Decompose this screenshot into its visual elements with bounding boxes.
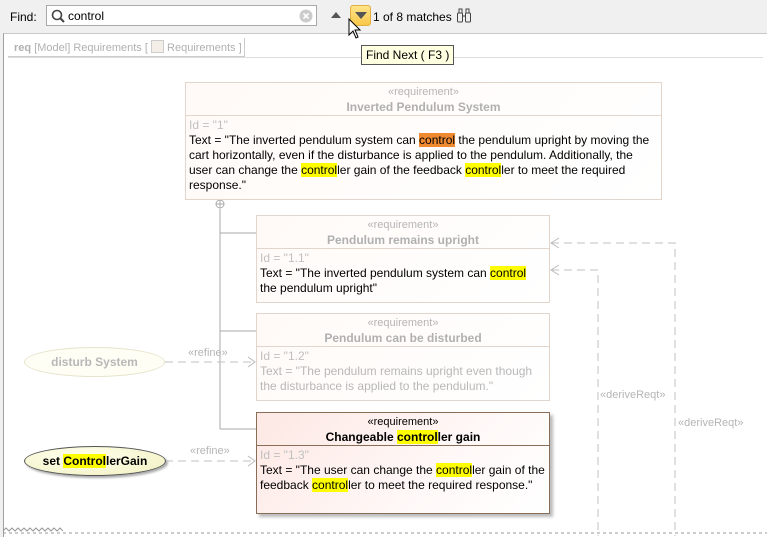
use-case-name: set ControllerGain (42, 454, 148, 468)
requirement-id: Id = "1" (189, 118, 228, 132)
requirement-id: Id = "1.2" (260, 349, 309, 363)
text-segment: Inverted Pendulum System (346, 100, 501, 114)
requirement-text: Text = "The user can change the controll… (260, 463, 546, 493)
text-segment: lerGain (105, 454, 148, 468)
tooltip: Find Next ( F3 ) (361, 45, 455, 65)
match-highlight: control (301, 163, 338, 177)
stereotype: «requirement» (388, 86, 459, 98)
requirement-name: Pendulum remains upright (257, 232, 549, 248)
stereotype: «requirement» (367, 317, 439, 329)
derive-label: «deriveReqt» (600, 389, 666, 401)
match-highlight: Control (63, 454, 106, 468)
refine-label: «refine» (190, 445, 230, 457)
text-segment: Text = "The user can change the (260, 463, 437, 477)
match-highlight: control (465, 163, 502, 177)
text-segment: Text = "The pendulum remains upright eve… (260, 364, 533, 393)
canvas-cut-edge (2, 527, 64, 532)
mouse-cursor-icon (348, 18, 362, 39)
requirement-id: Id = "1.3" (260, 448, 309, 462)
match-highlight: control (312, 478, 349, 492)
requirement-name: Inverted Pendulum System (186, 99, 661, 115)
use-case-set-controller-gain[interactable]: set ControllerGain (24, 446, 166, 476)
text-segment: disturb System (51, 355, 138, 369)
requirement-text: Text = "The inverted pendulum system can… (260, 266, 546, 296)
match-highlight: control (490, 266, 527, 280)
text-segment: Text = "The inverted pendulum system can (260, 266, 491, 280)
text-segment: ler gain of the feedback (337, 163, 466, 177)
derive-label: «deriveReqt» (678, 417, 744, 429)
refine-label: «refine» (188, 347, 228, 359)
text-segment: ler gain (437, 430, 481, 444)
use-case-name: disturb System (51, 355, 138, 369)
requirement-text: Text = "The pendulum remains upright eve… (260, 364, 546, 394)
stereotype: «requirement» (367, 416, 439, 428)
requirement-id: Id = "1.1" (260, 251, 309, 265)
requirement-text: Text = "The inverted pendulum system can… (189, 133, 658, 193)
use-case-disturb-system[interactable]: disturb System (24, 347, 165, 377)
match-highlight: control (436, 463, 473, 477)
requirement-box[interactable]: «requirement» Pendulum remains upright Id… (256, 215, 550, 303)
tooltip-text: Find Next ( F3 ) (366, 48, 450, 62)
text-segment: ler to meet the required response." (348, 478, 533, 492)
requirement-box[interactable]: «requirement» Pendulum can be disturbed I… (256, 313, 550, 401)
match-highlight: control (397, 430, 438, 444)
stereotype: «requirement» (367, 219, 439, 231)
text-segment: Text = "The inverted pendulum system can (189, 133, 420, 147)
requirement-name: Pendulum can be disturbed (257, 330, 549, 346)
text-segment: the pendulum upright" (260, 281, 378, 295)
current-match-highlight: control (419, 133, 456, 147)
requirement-box[interactable]: «requirement» Inverted Pendulum System Id… (185, 82, 662, 200)
requirement-name: Changeable controller gain (257, 429, 549, 445)
text-segment: Pendulum remains upright (326, 233, 479, 247)
text-segment: Changeable (325, 430, 397, 444)
requirement-box-selected[interactable]: «requirement» Changeable controller gain … (256, 412, 550, 514)
text-segment: Pendulum can be disturbed (324, 331, 482, 345)
text-segment: set (42, 454, 64, 468)
